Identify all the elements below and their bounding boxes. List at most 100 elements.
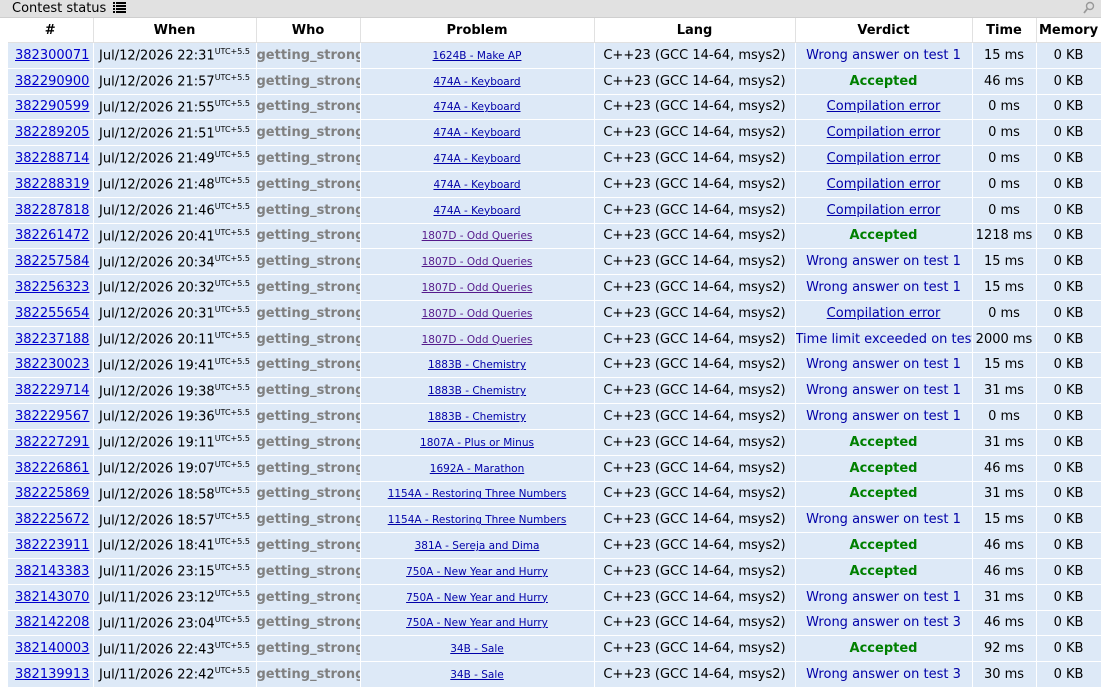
problem-link[interactable]: 1883B - Chemistry (428, 359, 526, 371)
problem-link[interactable]: 474A - Keyboard (433, 179, 520, 191)
column-header-who[interactable]: Who (256, 18, 361, 43)
author-handle[interactable]: getting_strong (257, 564, 360, 579)
author-handle[interactable]: getting_strong (257, 512, 360, 527)
problem-link[interactable]: 1624B - Make AP (433, 50, 522, 62)
problem-link[interactable]: 474A - Keyboard (433, 153, 520, 165)
problem-link[interactable]: 1807D - Odd Queries (422, 308, 533, 320)
author-handle[interactable]: getting_strong (257, 538, 360, 553)
problem-link[interactable]: 474A - Keyboard (433, 76, 520, 88)
submission-time: Jul/12/2026 20:41 (99, 229, 215, 245)
column-header-time[interactable]: Time (972, 18, 1037, 43)
verdict-text: Accepted (849, 563, 918, 579)
problem-link[interactable]: 1807D - Odd Queries (422, 334, 533, 346)
problem-link[interactable]: 34B - Sale (450, 669, 504, 681)
verdict-text[interactable]: Compilation error (827, 306, 941, 321)
author-handle[interactable]: getting_strong (257, 590, 360, 605)
problem-link[interactable]: 474A - Keyboard (433, 127, 520, 139)
submission-id-link[interactable]: 382143070 (15, 590, 89, 605)
submission-id-link[interactable]: 382257584 (15, 254, 89, 269)
verdict-text[interactable]: Compilation error (827, 203, 941, 218)
author-handle[interactable]: getting_strong (257, 125, 360, 140)
problem-link[interactable]: 381A - Sereja and Dima (415, 540, 540, 552)
submission-id-link[interactable]: 382225672 (15, 512, 89, 527)
memory-cell: 0 KB (1036, 42, 1101, 69)
submission-id-link[interactable]: 382290599 (15, 99, 89, 114)
author-handle[interactable]: getting_strong (257, 332, 360, 347)
submission-id-link[interactable]: 382230023 (15, 357, 89, 372)
submission-id-link[interactable]: 382142208 (15, 615, 89, 630)
column-header-id[interactable]: # (8, 18, 94, 43)
problem-link[interactable]: 1807D - Odd Queries (422, 256, 533, 268)
problem-link[interactable]: 1883B - Chemistry (428, 411, 526, 423)
submission-id-link[interactable]: 382290900 (15, 74, 89, 89)
problem-link[interactable]: 1807D - Odd Queries (422, 230, 533, 242)
submission-id-link[interactable]: 382229567 (15, 409, 89, 424)
author-handle[interactable]: getting_strong (257, 486, 360, 501)
author-handle[interactable]: getting_strong (257, 615, 360, 630)
problem-link[interactable]: 1883B - Chemistry (428, 385, 526, 397)
author-handle[interactable]: getting_strong (257, 254, 360, 269)
column-header-when[interactable]: When (93, 18, 257, 43)
author-handle[interactable]: getting_strong (257, 280, 360, 295)
column-header-memory[interactable]: Memory (1036, 18, 1101, 43)
verdict-text: Accepted (849, 228, 918, 244)
who-cell: getting_strong (256, 94, 361, 121)
problem-link[interactable]: 1154A - Restoring Three Numbers (388, 514, 567, 526)
submission-id-link[interactable]: 382288714 (15, 151, 89, 166)
column-header-problem[interactable]: Problem (360, 18, 595, 43)
submission-id-link[interactable]: 382287818 (15, 203, 89, 218)
author-handle[interactable]: getting_strong (257, 667, 360, 682)
submission-id-link[interactable]: 382227291 (15, 435, 89, 450)
submission-id-link[interactable]: 382139913 (15, 667, 89, 682)
verdict-text[interactable]: Compilation error (827, 125, 941, 140)
search-icon[interactable] (1083, 1, 1095, 15)
submission-time: Jul/12/2026 20:11 (99, 332, 215, 348)
problem-link[interactable]: 34B - Sale (450, 643, 504, 655)
author-handle[interactable]: getting_strong (257, 48, 360, 63)
author-handle[interactable]: getting_strong (257, 641, 360, 656)
submission-id-link[interactable]: 382289205 (15, 125, 89, 140)
author-handle[interactable]: getting_strong (257, 409, 360, 424)
submission-id-link[interactable]: 382255654 (15, 306, 89, 321)
author-handle[interactable]: getting_strong (257, 357, 360, 372)
submission-id-link[interactable]: 382143383 (15, 564, 89, 579)
submission-id-link[interactable]: 382237188 (15, 332, 89, 347)
verdict-text[interactable]: Compilation error (827, 177, 941, 192)
submission-id-link[interactable]: 382140003 (15, 641, 89, 656)
author-handle[interactable]: getting_strong (257, 177, 360, 192)
problem-link[interactable]: 750A - New Year and Hurry (406, 592, 548, 604)
submission-id-link[interactable]: 382229714 (15, 383, 89, 398)
problem-link[interactable]: 474A - Keyboard (433, 101, 520, 113)
author-handle[interactable]: getting_strong (257, 203, 360, 218)
column-header-lang[interactable]: Lang (594, 18, 796, 43)
author-handle[interactable]: getting_strong (257, 99, 360, 114)
submission-id-link[interactable]: 382300071 (15, 48, 89, 63)
submission-id-link[interactable]: 382288319 (15, 177, 89, 192)
problem-link[interactable]: 474A - Keyboard (433, 205, 520, 217)
submission-id-link[interactable]: 382223911 (15, 538, 89, 553)
problem-link[interactable]: 750A - New Year and Hurry (406, 617, 548, 629)
author-handle[interactable]: getting_strong (257, 383, 360, 398)
submission-time: Jul/12/2026 19:11 (99, 435, 215, 451)
submission-id-link[interactable]: 382256323 (15, 280, 89, 295)
verdict-text[interactable]: Compilation error (827, 151, 941, 166)
problem-link[interactable]: 750A - New Year and Hurry (406, 566, 548, 578)
submission-id-link[interactable]: 382261472 (15, 228, 89, 243)
author-handle[interactable]: getting_strong (257, 461, 360, 476)
column-header-verdict[interactable]: Verdict (795, 18, 973, 43)
problem-link[interactable]: 1692A - Marathon (430, 463, 524, 475)
submission-id-link[interactable]: 382225869 (15, 486, 89, 501)
problem-link[interactable]: 1807D - Odd Queries (422, 282, 533, 294)
verdict-text[interactable]: Compilation error (827, 99, 941, 114)
who-cell: getting_strong (256, 223, 361, 250)
problem-link[interactable]: 1154A - Restoring Three Numbers (388, 488, 567, 500)
submission-id-link[interactable]: 382226861 (15, 461, 89, 476)
submission-id-cell: 382290900 (8, 68, 94, 95)
problem-link[interactable]: 1807A - Plus or Minus (420, 437, 534, 449)
time-cell: 0 ms (972, 403, 1037, 430)
author-handle[interactable]: getting_strong (257, 435, 360, 450)
author-handle[interactable]: getting_strong (257, 74, 360, 89)
author-handle[interactable]: getting_strong (257, 306, 360, 321)
author-handle[interactable]: getting_strong (257, 228, 360, 243)
author-handle[interactable]: getting_strong (257, 151, 360, 166)
